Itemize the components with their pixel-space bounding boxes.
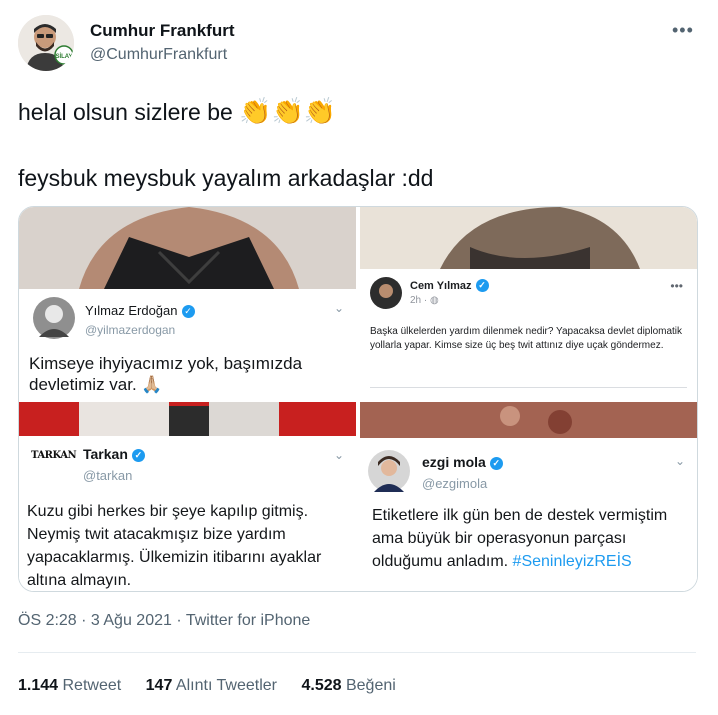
- card-3-text: Kuzu gibi herkes bir şeye kapılıp gitmiş…: [27, 503, 322, 589]
- tweet-card-2: Cem Yılmaz ✓ 2h · ◍ ••• Başka ülkelerden …: [360, 269, 697, 400]
- tweet-timestamp[interactable]: ÖS 2:28 · 3 Ağu 2021 · Twitter for iPhon…: [18, 612, 310, 630]
- author-handle[interactable]: @CumhurFrankfurt: [90, 46, 227, 64]
- more-dots-icon[interactable]: •••: [672, 20, 694, 41]
- tweet-card-4: ezgi mola ✓ @ezgimola ⌄ Etiketlere ilk gü…: [360, 438, 697, 591]
- verified-badge-icon: ✓: [489, 457, 503, 470]
- quote-count-label: Alıntı Tweetler: [175, 677, 278, 694]
- chevron-down-icon: ⌄: [333, 301, 344, 315]
- like-count-number: 4.528: [301, 677, 342, 694]
- card-4-name: ezgi mola ✓: [422, 454, 503, 470]
- card-2-time: 2h · ◍: [410, 295, 439, 306]
- yilmaz-avatar: [33, 297, 75, 339]
- chevron-down-icon: ⌄: [674, 454, 685, 468]
- quote-count-number: 147: [145, 677, 173, 694]
- tweet-text-line1-text: helal olsun sizlere be: [18, 99, 233, 125]
- tweet-media-grid[interactable]: Yılmaz Erdoğan ✓ @yilmazerdogan ⌄ Kimseye…: [18, 206, 698, 592]
- tweet-text-line2: feysbuk meysbuk yayalım arkadaşlar :dd: [18, 165, 434, 191]
- retweet-count-number: 1.144: [18, 677, 59, 694]
- svg-text:SİLAY: SİLAY: [55, 53, 72, 60]
- ezgi-avatar: [368, 450, 410, 492]
- card-4-name-text: ezgi mola: [422, 454, 486, 470]
- clapping-hands-emoji: 👏👏👏: [239, 96, 337, 126]
- verified-badge-icon: ✓: [131, 449, 145, 462]
- card-2-time-text: 2h ·: [410, 295, 431, 306]
- like-count-label: Beğeni: [345, 677, 396, 694]
- card-2-name-text: Cem Yılmaz: [410, 280, 472, 292]
- tweet-card-3: TARKAN Tarkan ✓ @tarkan ⌄ Kuzu gibi herke…: [19, 436, 356, 591]
- author-name[interactable]: Cumhur Frankfurt: [90, 21, 235, 41]
- card-3-name-text: Tarkan: [83, 446, 128, 462]
- card-1-text: Kimseye ihyiyacımız yok, başımızda devle…: [29, 354, 303, 394]
- tweet-card-1: Yılmaz Erdoğan ✓ @yilmazerdogan ⌄ Kimseye…: [19, 289, 356, 400]
- tweet-stats: 1.144 Retweet 147 Alıntı Tweetler 4.528 …: [18, 677, 416, 695]
- card-1-name-text: Yılmaz Erdoğan: [85, 303, 178, 318]
- quote-count[interactable]: 147 Alıntı Tweetler: [146, 677, 277, 694]
- card-2-more-icon: •••: [670, 279, 683, 293]
- cem-avatar: [370, 277, 402, 309]
- card-1-handle: @yilmazerdogan: [85, 323, 176, 337]
- hashtag-link[interactable]: #SeninleyizREİS: [513, 553, 632, 570]
- media-image-4[interactable]: ezgi mola ✓ @ezgimola ⌄ Etiketlere ilk gü…: [360, 402, 697, 591]
- card-2-divider: [370, 387, 687, 388]
- chevron-down-icon: ⌄: [333, 448, 344, 462]
- card-2-name: Cem Yılmaz ✓: [410, 279, 489, 292]
- retweet-count[interactable]: 1.144 Retweet: [18, 677, 121, 694]
- verified-badge-icon: ✓: [181, 305, 195, 318]
- media-image-3[interactable]: TARKAN Tarkan ✓ @tarkan ⌄ Kuzu gibi herke…: [19, 402, 356, 591]
- card-4-text: Etiketlere ilk gün ben de destek vermişt…: [372, 504, 672, 573]
- card-1-name: Yılmaz Erdoğan ✓: [85, 303, 195, 318]
- media-image-1[interactable]: Yılmaz Erdoğan ✓ @yilmazerdogan ⌄ Kimseye…: [19, 207, 356, 400]
- retweet-count-label: Retweet: [62, 677, 122, 694]
- divider: [18, 652, 696, 653]
- tweet-text-line1: helal olsun sizlere be 👏👏👏: [18, 96, 336, 127]
- globe-icon: ◍: [430, 295, 439, 306]
- verified-badge-icon: ✓: [475, 279, 489, 292]
- card-2-text: Başka ülkelerden yardım dilenmek nedir? …: [370, 326, 683, 351]
- media-image-2[interactable]: Cem Yılmaz ✓ 2h · ◍ ••• Başka ülkelerden …: [360, 207, 697, 400]
- author-avatar[interactable]: SİLAY: [18, 15, 74, 71]
- like-count[interactable]: 4.528 Beğeni: [301, 677, 395, 694]
- card-3-name: Tarkan ✓: [83, 446, 145, 462]
- tarkan-logo: TARKAN: [31, 450, 77, 461]
- card-4-handle: @ezgimola: [422, 476, 488, 491]
- card-3-handle: @tarkan: [83, 468, 133, 483]
